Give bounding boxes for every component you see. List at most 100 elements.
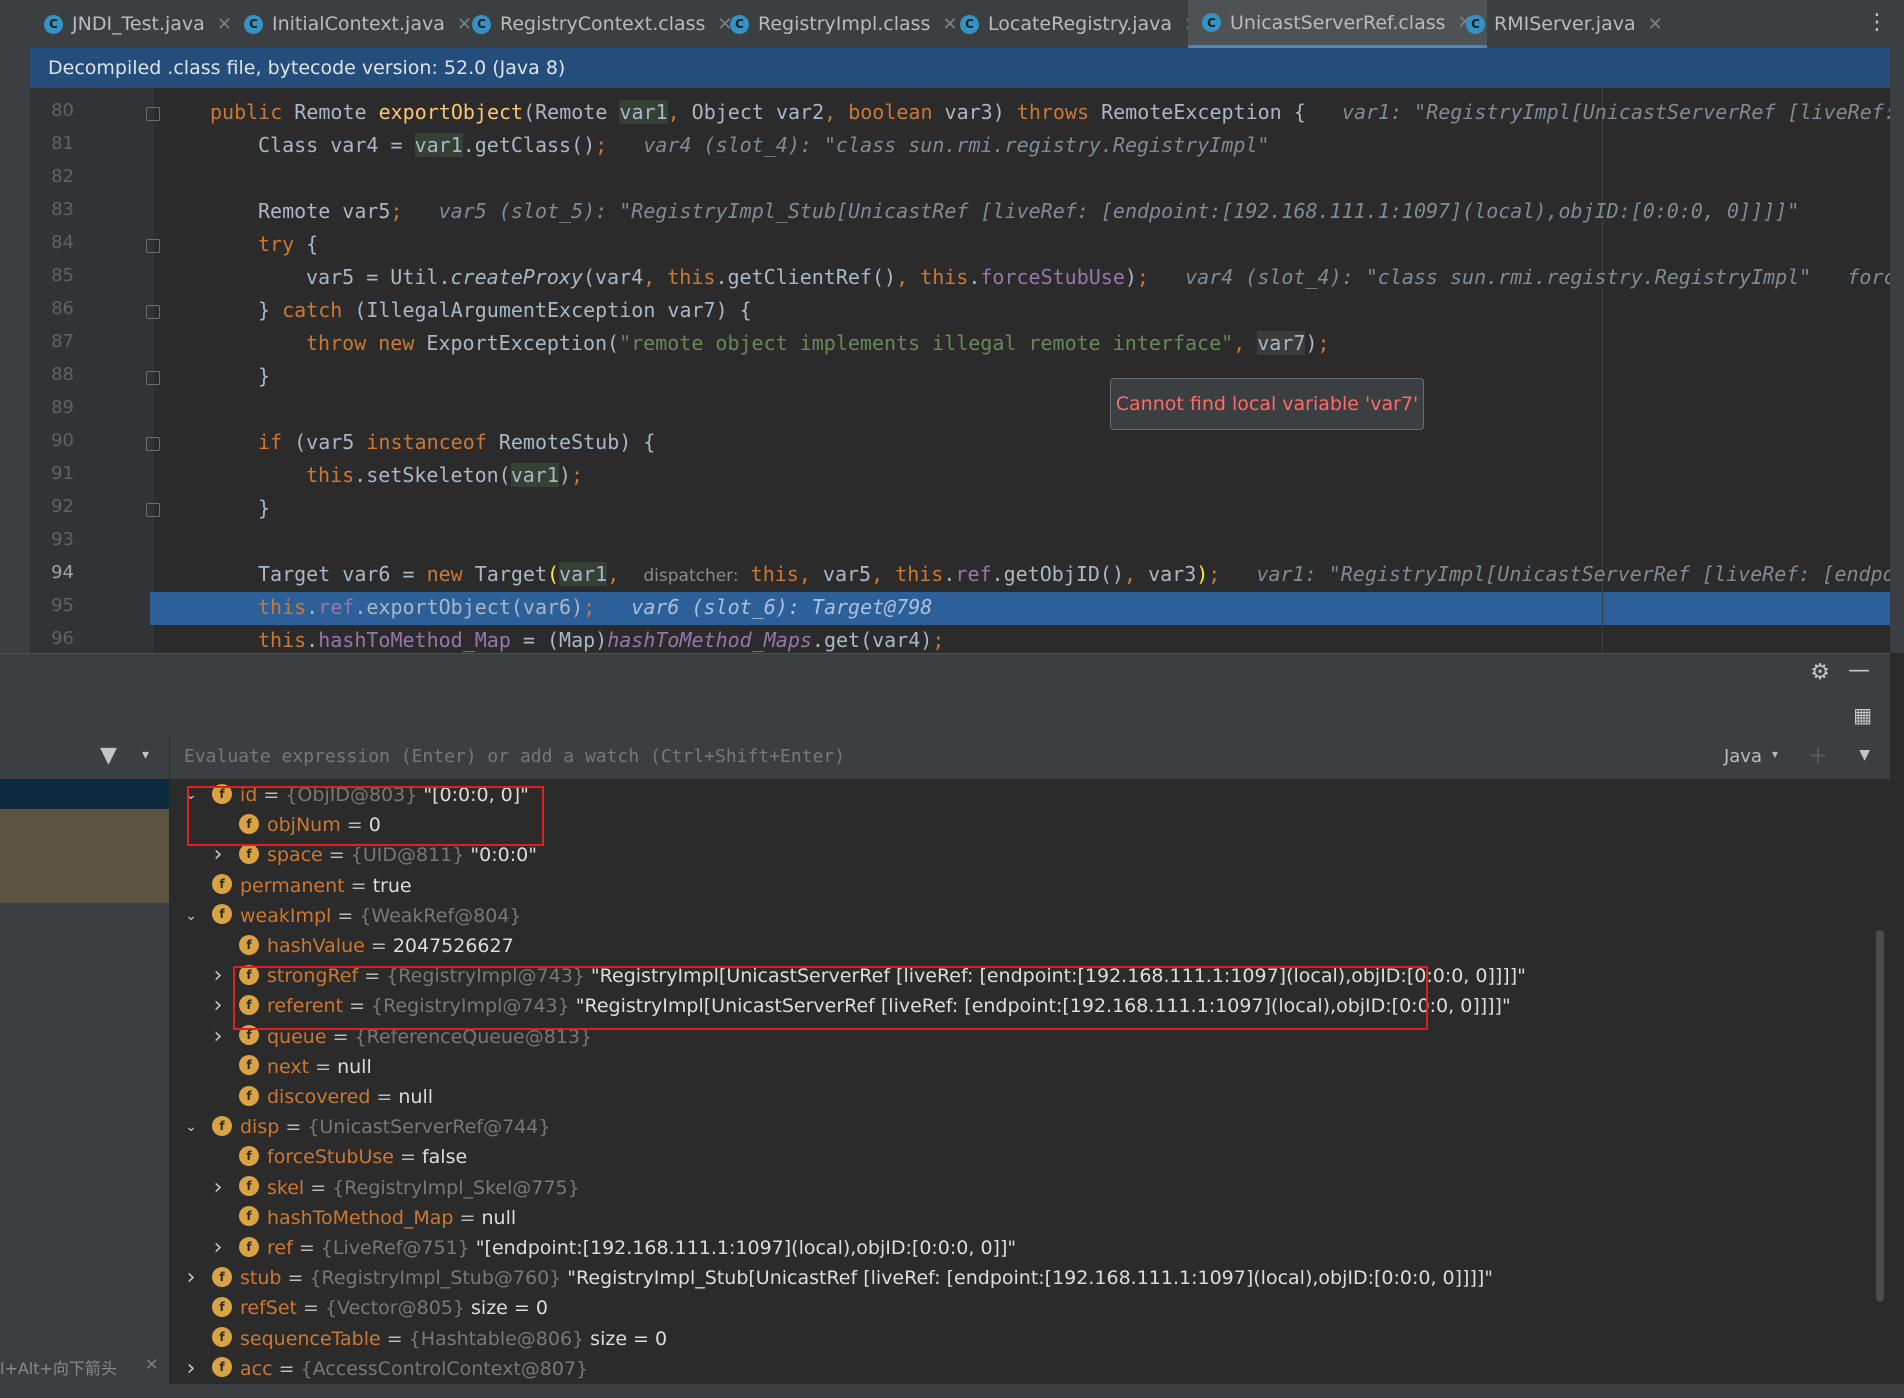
collapse-arrow-icon[interactable]: › <box>211 1233 225 1263</box>
variable-name: refSet <box>240 1297 297 1320</box>
close-icon[interactable]: ✕ <box>942 14 957 35</box>
code-line-80: public Remote exportObject(Remote var1, … <box>210 100 1896 124</box>
add-watch-icon[interactable]: + <box>1808 741 1828 769</box>
variable-node[interactable]: f permanent = true <box>212 871 412 901</box>
variable-node[interactable]: f hashToMethod_Map = null <box>239 1203 516 1233</box>
close-icon[interactable]: ✕ <box>145 1355 158 1374</box>
inline-value-hint: var4 (slot_4): "class sun.rmi.registry.R… <box>1185 265 1812 289</box>
variable-value: size = 0 <box>464 1297 548 1320</box>
tab-rmi-server[interactable]: C RMIServer.java ✕ <box>1466 0 1663 48</box>
field-icon: f <box>212 1357 232 1378</box>
collapse-arrow-icon[interactable]: › <box>184 1263 198 1293</box>
variable-node[interactable]: ⌄ f weakImpl = {WeakRef@804} <box>185 901 522 931</box>
field-icon: f <box>239 1206 259 1227</box>
fold-marker-icon[interactable] <box>146 437 160 451</box>
fold-marker-icon[interactable] <box>146 503 160 517</box>
variable-name: disp <box>240 1116 280 1139</box>
equals-sign: = <box>292 1237 321 1259</box>
variable-node[interactable]: f next = null <box>239 1052 372 1082</box>
variable-node[interactable]: ⌄ f disp = {UnicastServerRef@744} <box>185 1112 550 1142</box>
variable-value: 2047526627 <box>392 935 514 957</box>
tab-jndi-test[interactable]: C JNDI_Test.java ✕ <box>44 0 232 48</box>
inline-value-hint: forc <box>1847 265 1896 289</box>
close-icon[interactable]: ✕ <box>1648 14 1663 35</box>
equals-sign: = <box>344 874 373 897</box>
tab-registry-context[interactable]: C RegistryContext.class ✕ <box>472 0 733 48</box>
variable-node[interactable]: f refSet = {Vector@805} size = 0 <box>212 1293 548 1323</box>
line-number: 85 <box>51 265 74 286</box>
variable-node[interactable]: f forceStubUse = false <box>239 1142 467 1172</box>
dropdown-arrow-icon[interactable]: ▾ <box>142 747 149 763</box>
inline-value-hint: var1: "RegistryImpl[UnicastServerRef [li… <box>1256 562 1904 586</box>
evaluate-expression-bar[interactable]: Evaluate expression (Enter) or add a wat… <box>170 735 1890 780</box>
dropdown-arrow-icon[interactable]: ▼ <box>1859 747 1870 763</box>
line-number: 89 <box>51 397 74 418</box>
fold-marker-icon[interactable] <box>146 239 160 253</box>
line-number: 82 <box>51 166 74 187</box>
filter-icon[interactable]: ▼ <box>100 743 117 768</box>
collapse-arrow-icon[interactable]: › <box>211 1022 225 1052</box>
fold-marker-icon[interactable] <box>146 371 160 385</box>
line-number: 96 <box>51 628 74 649</box>
variable-node[interactable]: f discovered = null <box>239 1082 433 1112</box>
collapse-arrow-icon[interactable]: › <box>211 961 225 991</box>
fold-marker-icon[interactable] <box>146 107 160 121</box>
variable-node[interactable]: › f skel = {RegistryImpl_Skel@775} <box>214 1173 580 1203</box>
equals-sign: = <box>370 1086 399 1108</box>
minimize-icon[interactable]: — <box>1848 658 1870 683</box>
class-file-icon: C <box>244 14 263 34</box>
expand-arrow-icon[interactable]: ⌄ <box>184 901 198 931</box>
field-icon: f <box>239 1055 259 1076</box>
variable-node[interactable]: › f stub = {RegistryImpl_Stub@760} "Regist… <box>187 1263 1494 1293</box>
shortcut-hint: l+Alt+向下箭头 <box>0 1359 117 1378</box>
collapse-arrow-icon[interactable]: › <box>211 1173 225 1203</box>
variable-value: "RegistryImpl_Stub[UnicastRef [liveRef: … <box>561 1267 1494 1290</box>
frame-row[interactable] <box>0 809 169 903</box>
field-icon: f <box>239 1085 259 1106</box>
variable-value: false <box>421 1146 468 1169</box>
variable-node[interactable]: f sequenceTable = {Hashtable@806} size = … <box>212 1324 667 1354</box>
collapse-arrow-icon[interactable]: › <box>211 991 225 1021</box>
close-icon[interactable]: ✕ <box>457 14 472 35</box>
equals-sign: = <box>309 1055 338 1078</box>
tab-locate-registry[interactable]: C LocateRegistry.java ✕ <box>960 0 1199 48</box>
class-file-icon: C <box>472 14 491 34</box>
tab-label: RegistryContext.class <box>500 13 706 35</box>
expand-arrow-icon[interactable]: ⌄ <box>184 1112 198 1142</box>
variable-type: {UID@811} <box>350 844 465 867</box>
selected-frame-row[interactable] <box>0 779 169 809</box>
more-tabs-icon[interactable]: ⋮ <box>1866 10 1888 35</box>
code-line-84: try { <box>258 232 319 256</box>
equals-sign: = <box>279 1116 308 1139</box>
tab-unicast-server-ref[interactable]: C UnicastServerRef.class ✕ <box>1188 0 1487 48</box>
equals-sign: = <box>380 1327 409 1350</box>
line-number: 92 <box>51 496 74 517</box>
left-tool-stripe <box>0 48 30 653</box>
field-icon: f <box>239 1236 259 1257</box>
equals-sign: = <box>453 1206 482 1229</box>
fold-marker-icon[interactable] <box>146 305 160 319</box>
variable-node[interactable]: f hashValue = 2047526627 <box>239 931 514 961</box>
equals-sign: = <box>364 935 393 957</box>
settings-gear-icon[interactable]: ⚙ <box>1810 660 1830 685</box>
debug-subtoolbar: ▦ <box>0 693 1890 735</box>
variable-node[interactable]: › f ref = {LiveRef@751} "[endpoint:[192.16… <box>214 1233 1017 1263</box>
close-icon[interactable]: ✕ <box>217 14 232 35</box>
variable-name: ref <box>267 1237 293 1259</box>
collapse-arrow-icon[interactable]: › <box>184 1354 198 1384</box>
inline-value-hint: var5 (slot_5): "RegistryImpl_Stub[Unicas… <box>438 199 1800 223</box>
variables-tree: ⌄ f id = {ObjID@803} "[0:0:0, 0]" f objNum =… <box>170 779 1890 1384</box>
language-selector[interactable]: Java <box>1724 735 1762 779</box>
tab-label: UnicastServerRef.class <box>1230 11 1446 34</box>
variable-value: "[endpoint:[192.168.111.1:1097](local),o… <box>469 1237 1017 1259</box>
layout-icon[interactable]: ▦ <box>1853 703 1872 727</box>
line-number: 86 <box>51 298 74 319</box>
code-line-95: this.ref.exportObject(var6); var6 (slot_… <box>258 595 933 619</box>
variable-name: weakImpl <box>240 904 332 927</box>
tab-label: InitialContext.java <box>272 13 445 35</box>
variables-scrollbar[interactable] <box>1876 930 1884 1302</box>
evaluate-input[interactable]: Evaluate expression (Enter) or add a wat… <box>184 735 845 779</box>
tab-registry-impl[interactable]: C RegistryImpl.class ✕ <box>730 0 958 48</box>
variable-node[interactable]: › f acc = {AccessControlContext@807} <box>187 1354 589 1384</box>
tab-initial-context[interactable]: C InitialContext.java ✕ <box>244 0 472 48</box>
